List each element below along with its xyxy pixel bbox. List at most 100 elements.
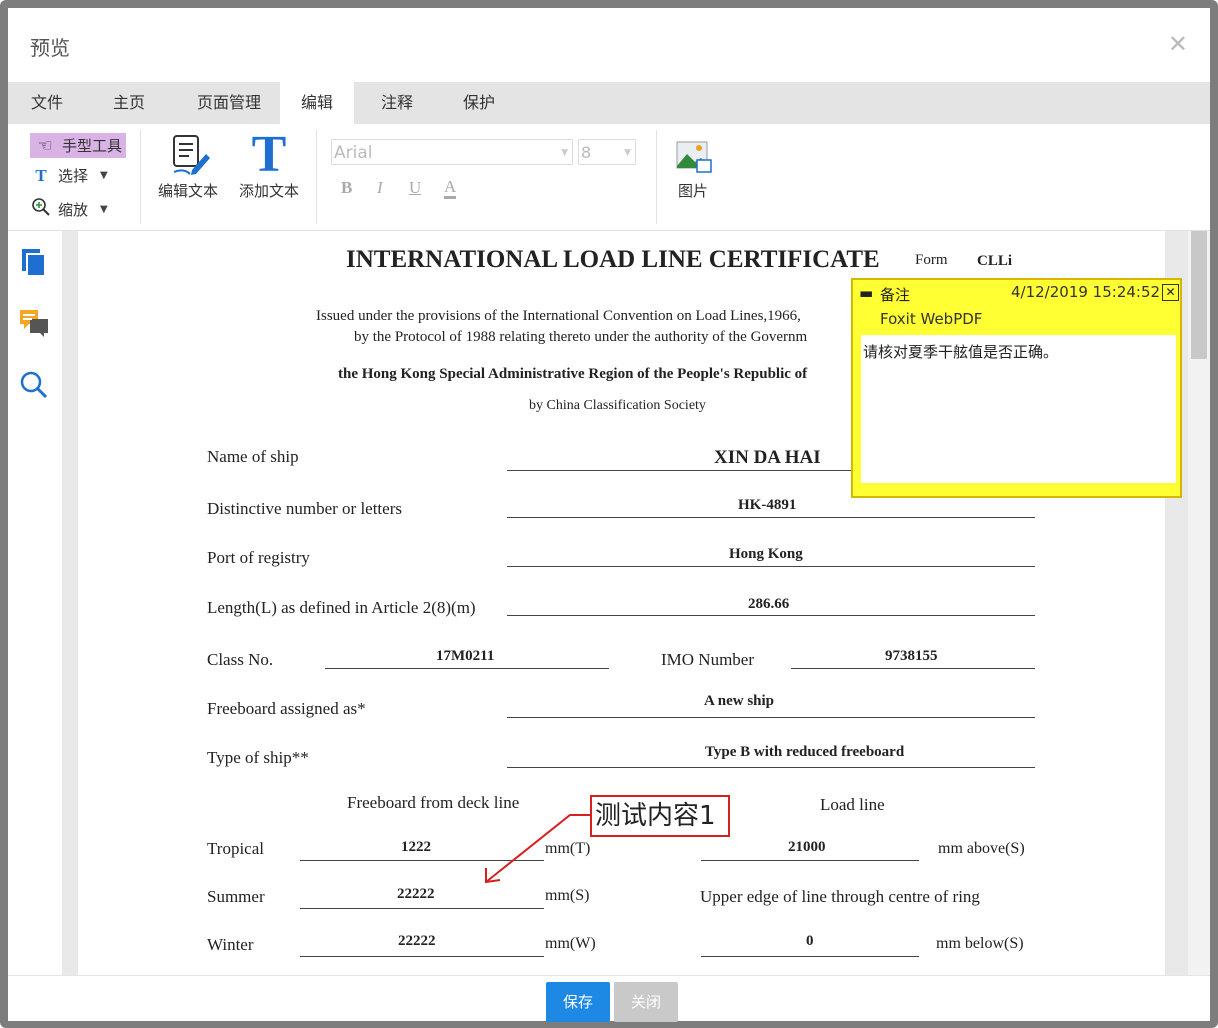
edit-text-icon [154, 130, 222, 180]
ribbon-divider [316, 130, 317, 224]
font-size-value: 8 [581, 143, 592, 162]
zoom-tool-button[interactable]: 缩放 ▼ [30, 197, 108, 222]
field-underline [300, 956, 544, 957]
sticky-note-popup[interactable]: ▬ 备注 4/12/2019 15:24:52 ✕ Foxit WebPDF 请… [851, 278, 1182, 498]
distinctive-value[interactable]: HK-4891 [738, 497, 796, 514]
note-content-area[interactable]: 请核对夏季干舷值是否正确。 [861, 335, 1176, 483]
image-button[interactable]: 图片 [668, 136, 718, 201]
search-icon[interactable] [18, 369, 50, 401]
ribbon-tabbar: 文件 主页 页面管理 编辑 注释 保护 [8, 82, 1210, 124]
form-code: CLLi [977, 253, 1013, 269]
note-label: 备注 [880, 286, 911, 304]
add-text-label: 添加文本 [238, 182, 299, 200]
field-underline [507, 517, 1035, 518]
font-color-button[interactable]: A [444, 178, 457, 199]
edit-text-button[interactable]: 编辑文本 [154, 130, 222, 201]
tropical-value[interactable]: 1222 [401, 839, 431, 856]
zoom-in-icon [30, 197, 52, 222]
note-content: 请核对夏季干舷值是否正确。 [863, 343, 1059, 361]
society-line: by China Classification Society [529, 398, 706, 413]
font-family-select[interactable]: Arial ▼ [331, 139, 573, 165]
close-button[interactable]: 关闭 [614, 982, 678, 1022]
region-line: the Hong Kong Special Administrative Reg… [338, 366, 808, 382]
tropical-load-value[interactable]: 21000 [788, 839, 826, 856]
add-text-icon: T [251, 126, 287, 183]
tab-protect[interactable]: 保护 [450, 82, 508, 124]
italic-button[interactable]: I [377, 178, 383, 198]
pages-icon[interactable] [18, 247, 50, 279]
winter-load-value[interactable]: 0 [806, 933, 814, 950]
hand-icon: ☜ [37, 135, 53, 156]
field-underline [701, 956, 919, 957]
annotation-arrow[interactable] [480, 810, 595, 890]
length-value[interactable]: 286.66 [748, 596, 789, 613]
imo-value[interactable]: 9738155 [885, 648, 938, 665]
name-of-ship-label: Name of ship [207, 447, 299, 466]
hand-tool-button[interactable]: ☜ 手型工具 [30, 133, 127, 158]
tab-page-management[interactable]: 页面管理 [186, 82, 272, 124]
field-underline [701, 860, 919, 861]
zoom-tool-label: 缩放 [58, 201, 89, 219]
upper-edge-text: Upper edge of line through centre of rin… [700, 887, 980, 906]
tab-file[interactable]: 文件 [18, 82, 76, 124]
winter-label: Winter [207, 935, 254, 954]
form-label: Form [915, 252, 948, 268]
length-label: Length(L) as defined in Article 2(8)(m) [207, 598, 476, 617]
underline-button[interactable]: U [409, 178, 421, 198]
tab-home[interactable]: 主页 [100, 82, 158, 124]
distinctive-label: Distinctive number or letters [207, 499, 402, 518]
left-sidebar [8, 231, 62, 975]
save-button[interactable]: 保存 [546, 982, 610, 1022]
winter-unit: mm(W) [545, 935, 596, 952]
name-of-ship-value[interactable]: XIN DA HAI [714, 447, 821, 469]
close-icon[interactable]: ✕ [1162, 284, 1179, 301]
port-label: Port of registry [207, 548, 310, 567]
vertical-scrollbar[interactable] [1188, 231, 1210, 975]
type-of-ship-value[interactable]: Type B with reduced freeboard [705, 744, 904, 761]
summer-value[interactable]: 22222 [397, 886, 435, 903]
port-value[interactable]: Hong Kong [729, 546, 803, 563]
field-underline [507, 566, 1035, 567]
ribbon-divider [140, 130, 141, 224]
scrollbar-thumb[interactable] [1191, 231, 1207, 359]
certificate-title: INTERNATIONAL LOAD LINE CERTIFICATE [346, 246, 880, 273]
freeboard-assigned-label: Freeboard assigned as* [207, 699, 366, 718]
summer-label: Summer [207, 887, 265, 906]
dialog-title: 预览 [30, 36, 70, 60]
field-underline [325, 668, 609, 669]
select-tool-button[interactable]: T 选择 ▼ [30, 165, 108, 186]
tab-edit[interactable]: 编辑 [280, 82, 354, 124]
font-family-value: Arial [334, 143, 373, 163]
winter-value[interactable]: 22222 [398, 933, 436, 950]
field-underline [507, 767, 1035, 768]
ribbon-toolbar: ☜ 手型工具 T 选择 ▼ 缩放 ▼ 编辑文本 T 添加文本 Arial ▼ 8… [8, 124, 1210, 231]
tropical-label: Tropical [207, 839, 264, 858]
comments-icon[interactable] [18, 307, 50, 339]
ribbon-divider [656, 130, 657, 224]
chevron-down-icon: ▼ [624, 148, 631, 158]
bold-button[interactable]: B [341, 178, 352, 198]
font-size-select[interactable]: 8 ▼ [578, 139, 636, 165]
hand-tool-label: 手型工具 [62, 137, 123, 155]
field-underline [791, 668, 1035, 669]
close-icon[interactable]: ✕ [1168, 30, 1188, 58]
dialog-titlebar: 预览 ✕ [8, 8, 1210, 82]
note-icon: ▬ [859, 284, 874, 302]
class-no-value[interactable]: 17M0211 [436, 648, 494, 665]
tropical-load-unit: mm above(S) [938, 840, 1025, 857]
type-of-ship-label: Type of ship** [207, 748, 309, 767]
chevron-down-icon: ▼ [561, 148, 568, 158]
winter-load-unit: mm below(S) [936, 935, 1024, 952]
annotation-textbox[interactable]: 测试内容1 [590, 795, 730, 837]
image-label: 图片 [677, 182, 708, 200]
select-tool-label: 选择 [58, 167, 89, 185]
class-no-label: Class No. [207, 650, 274, 669]
tab-comment[interactable]: 注释 [368, 82, 426, 124]
add-text-button[interactable]: T 添加文本 [234, 126, 304, 201]
imo-label: IMO Number [661, 650, 755, 669]
freeboard-assigned-value[interactable]: A new ship [704, 693, 774, 710]
field-underline [507, 717, 1035, 718]
field-underline [507, 615, 1035, 616]
chevron-down-icon[interactable]: ▼ [100, 204, 108, 215]
chevron-down-icon[interactable]: ▼ [100, 170, 108, 181]
